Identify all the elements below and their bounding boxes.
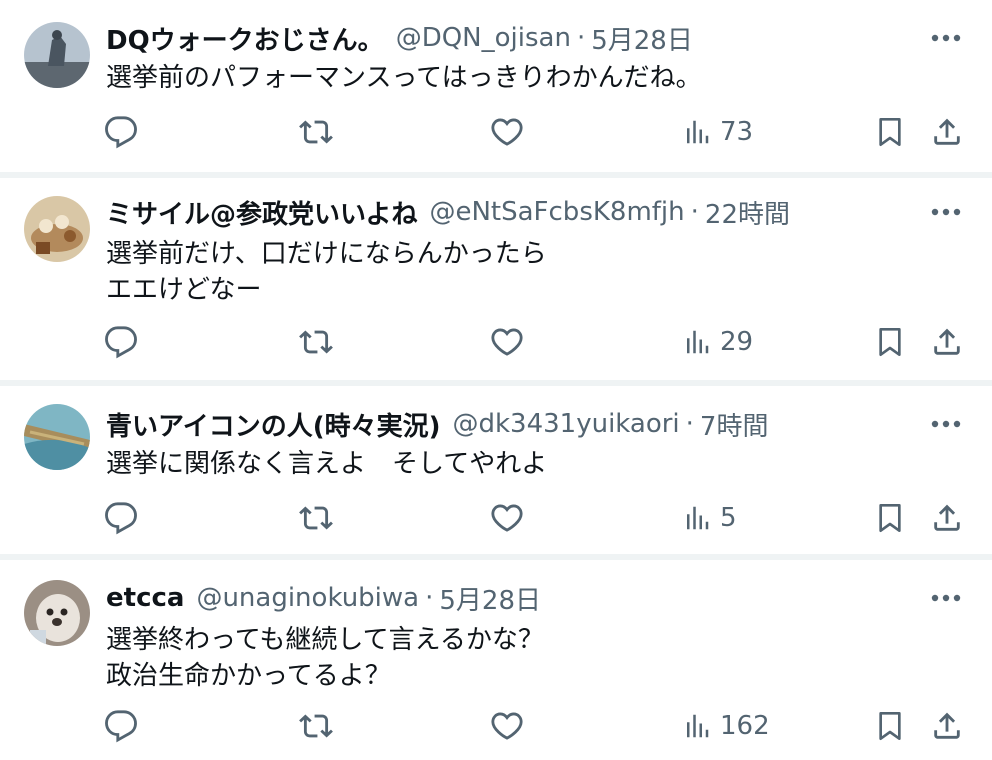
more-icon[interactable] <box>928 194 964 230</box>
author-name[interactable]: 青いアイコンの人(時々実況) <box>106 406 440 443</box>
views-icon <box>687 506 709 530</box>
tweet-2[interactable]: ミサイル@参政党いいよね @eNtSaFcbsK8mfjh · 22時間 選挙前… <box>0 178 992 380</box>
reply-feed: DQウォークおじさん。 @DQN_ojisan · 5月28日 選挙前のパフォー… <box>0 0 992 760</box>
like-button[interactable] <box>490 322 524 362</box>
avatar[interactable] <box>24 580 90 646</box>
share-button[interactable] <box>930 322 964 362</box>
like-icon <box>491 504 523 532</box>
timestamp[interactable]: 7時間 <box>700 406 769 443</box>
share-button[interactable] <box>930 706 964 746</box>
bookmark-icon <box>879 328 901 356</box>
share-button[interactable] <box>930 498 964 538</box>
tweet-4[interactable]: etcca @unaginokubiwa · 5月28日 選挙終わっても継続して… <box>0 560 992 760</box>
retweet-button[interactable] <box>298 322 334 362</box>
views-icon <box>687 330 709 354</box>
bookmark-button[interactable] <box>874 322 906 362</box>
avatar[interactable] <box>24 196 90 262</box>
views-button[interactable]: 73 <box>682 112 753 152</box>
avatar[interactable] <box>24 22 90 88</box>
action-bar: 29 <box>0 322 992 362</box>
bookmark-button[interactable] <box>874 498 906 538</box>
view-count: 5 <box>720 503 737 533</box>
view-count: 162 <box>720 711 770 741</box>
retweet-icon <box>299 506 333 530</box>
view-count: 29 <box>720 327 754 357</box>
like-button[interactable] <box>490 706 524 746</box>
reply-icon <box>105 326 137 359</box>
reply-button[interactable] <box>104 112 138 152</box>
more-icon[interactable] <box>928 406 964 442</box>
separator-dot: · <box>685 409 694 439</box>
like-button[interactable] <box>490 112 524 152</box>
retweet-icon <box>299 330 333 354</box>
timestamp[interactable]: 22時間 <box>705 194 790 231</box>
tweet-text: 選挙前だけ、口だけにならんかったら エエけどなー <box>106 239 547 305</box>
more-icon[interactable] <box>928 580 964 616</box>
tweet-1[interactable]: DQウォークおじさん。 @DQN_ojisan · 5月28日 選挙前のパフォー… <box>0 0 992 172</box>
share-button[interactable] <box>930 112 964 152</box>
reply-icon <box>105 116 137 149</box>
views-button[interactable]: 162 <box>682 706 770 746</box>
retweet-icon <box>299 714 333 738</box>
share-icon <box>934 118 960 145</box>
views-icon <box>687 714 709 738</box>
reply-icon <box>105 710 137 743</box>
action-bar: 5 <box>0 498 992 538</box>
author-handle[interactable]: @eNtSaFcbsK8mfjh <box>429 197 684 227</box>
share-icon <box>934 712 960 739</box>
action-bar: 162 <box>0 706 992 746</box>
reply-button[interactable] <box>104 706 138 746</box>
retweet-icon <box>299 120 333 144</box>
reply-icon <box>105 502 137 535</box>
like-icon <box>491 328 523 356</box>
retweet-button[interactable] <box>298 112 334 152</box>
tweet-text: 選挙前のパフォーマンスってはっきりわかんだね。 <box>106 63 702 93</box>
separator-dot: · <box>425 583 434 613</box>
share-icon <box>934 328 960 355</box>
views-button[interactable]: 5 <box>682 498 737 538</box>
author-name[interactable]: DQウォークおじさん。 <box>106 20 384 57</box>
author-handle[interactable]: @dk3431yuikaori <box>452 409 679 439</box>
more-icon[interactable] <box>928 20 964 56</box>
tweet-text: 選挙に関係なく言えよ そしてやれよ <box>106 449 548 479</box>
views-button[interactable]: 29 <box>682 322 753 362</box>
author-name[interactable]: ミサイル@参政党いいよね <box>106 194 417 231</box>
author-handle[interactable]: @unaginokubiwa <box>196 583 419 613</box>
retweet-button[interactable] <box>298 706 334 746</box>
bookmark-icon <box>879 118 901 146</box>
separator-dot: · <box>576 23 586 53</box>
author-name[interactable]: etcca <box>106 583 184 613</box>
tweet-text: 選挙終わっても継続して言えるかな？ 政治生命かかってるよ？ <box>106 625 544 691</box>
avatar[interactable] <box>24 404 90 470</box>
tweet-3[interactable]: 青いアイコンの人(時々実況) @dk3431yuikaori · 7時間 選挙に… <box>0 386 992 554</box>
timestamp[interactable]: 5月28日 <box>439 580 541 617</box>
bookmark-icon <box>879 712 901 740</box>
bookmark-icon <box>879 504 901 532</box>
views-icon <box>687 120 709 144</box>
share-icon <box>934 504 960 531</box>
reply-button[interactable] <box>104 322 138 362</box>
like-icon <box>491 712 523 740</box>
like-icon <box>491 118 523 146</box>
separator-dot: · <box>690 197 699 227</box>
retweet-button[interactable] <box>298 498 334 538</box>
bookmark-button[interactable] <box>874 112 906 152</box>
bookmark-button[interactable] <box>874 706 906 746</box>
reply-button[interactable] <box>104 498 138 538</box>
author-handle[interactable]: @DQN_ojisan <box>396 23 571 53</box>
view-count: 73 <box>720 117 754 147</box>
timestamp[interactable]: 5月28日 <box>591 20 693 57</box>
like-button[interactable] <box>490 498 524 538</box>
action-bar: 73 <box>0 112 992 152</box>
